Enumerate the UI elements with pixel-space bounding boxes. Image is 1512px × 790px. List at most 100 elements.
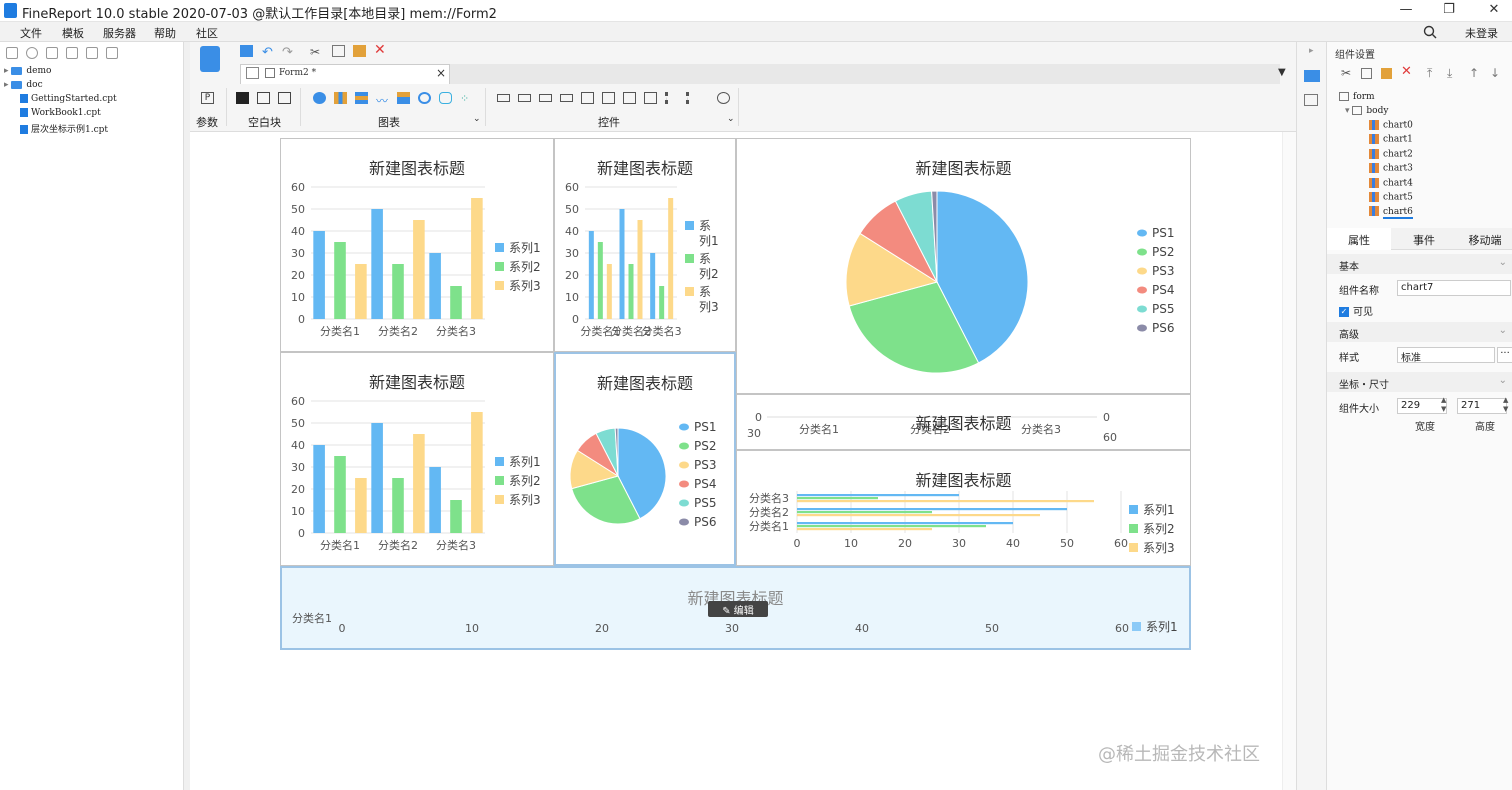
width-spinner-icon[interactable]: ▲ ▼	[1441, 396, 1446, 414]
checkbox-group-icon[interactable]	[665, 92, 678, 104]
tree-item-hierarchy[interactable]: 层次坐标示例1.cpt	[20, 122, 108, 136]
tree-node-chart3[interactable]: chart3	[1369, 163, 1413, 174]
chart-pie-large[interactable]: 新建图表标题 PS1 PS2 PS3 PS4 PS5 PS6	[736, 138, 1191, 394]
style-input[interactable]: 标准	[1397, 347, 1495, 364]
tree-node-body[interactable]: ▾ body	[1345, 106, 1388, 116]
hbar-chart-icon[interactable]	[355, 92, 368, 104]
chart-editing[interactable]: 新建图表标题 分类名1 0 10 20 30 40 50 60 系列1 ✎ 编辑	[280, 566, 1191, 650]
section-coord-size[interactable]: 坐标・尺寸 ⌄	[1327, 372, 1512, 392]
date-widget-icon[interactable]	[581, 92, 594, 104]
chart-strip-compressed[interactable]: 0 30 0 60 分类名1 分类名2 分类名3 新建图表标题	[736, 394, 1191, 450]
menu-community[interactable]: 社区	[196, 25, 218, 41]
save-icon[interactable]	[240, 45, 253, 57]
tree-node-chart4[interactable]: chart4	[1369, 177, 1413, 188]
cut-icon[interactable]: ✂	[1341, 66, 1351, 80]
tree-node-chart1[interactable]: chart1	[1369, 134, 1413, 145]
height-input[interactable]: 271	[1457, 398, 1507, 414]
chart-bar-1[interactable]: 新建图表标题 0 10 20 30 40 50 60 分类名1 分类名2 分类名3 系列1 系列2 系列…	[280, 138, 554, 352]
table-widget-icon[interactable]	[602, 92, 615, 104]
refresh-icon[interactable]	[26, 47, 38, 59]
move-bottom-icon[interactable]: ⤓	[1447, 66, 1452, 81]
search-icon[interactable]	[1423, 25, 1437, 39]
undo-icon[interactable]: ↶	[262, 45, 275, 60]
combo-widget-icon[interactable]	[560, 94, 573, 102]
close-button[interactable]: ✕	[1484, 2, 1504, 20]
tree-item-doc[interactable]: ▸ doc	[4, 80, 43, 94]
tab-menu-icon[interactable]: ▼	[1278, 67, 1286, 78]
menu-server[interactable]: 服务器	[103, 25, 136, 41]
widget-settings-icon[interactable]	[1304, 70, 1320, 82]
paste-icon[interactable]	[1381, 68, 1392, 79]
menu-help[interactable]: 帮助	[154, 25, 176, 41]
tree-item-gettingstarted[interactable]: GettingStarted.cpt	[20, 94, 117, 108]
maximize-button[interactable]: ❐	[1439, 2, 1459, 20]
menu-template[interactable]: 模板	[62, 25, 84, 41]
minimize-button[interactable]: —	[1396, 2, 1416, 20]
height-spinner-icon[interactable]: ▲ ▼	[1503, 396, 1508, 414]
paste-icon[interactable]	[353, 45, 366, 57]
copy-icon[interactable]	[1361, 68, 1372, 79]
move-down-icon[interactable]: ↓	[1490, 66, 1500, 80]
section-basic[interactable]: 基本 ⌄	[1327, 254, 1512, 274]
chart-bar-2[interactable]: 新建图表标题 0 10 20 30 40 50 60 分类名1 分类名2 分类名3 系列1 系列2 系列…	[280, 352, 554, 566]
canvas-scrollbar[interactable]	[1282, 132, 1296, 790]
tree-node-chart6[interactable]: chart6	[1369, 206, 1413, 219]
tab-block-icon[interactable]	[257, 92, 270, 104]
widget-name-input[interactable]: chart7	[1397, 280, 1511, 296]
redo-icon[interactable]: ↷	[282, 45, 295, 60]
width-input[interactable]: 229	[1397, 398, 1447, 414]
new-folder-icon[interactable]	[6, 47, 18, 59]
section-advanced[interactable]: 高级 ⌄	[1327, 322, 1512, 342]
tree-item-demo[interactable]: ▸ demo	[4, 66, 51, 80]
login-status[interactable]: 未登录	[1465, 25, 1498, 41]
absolute-block-icon[interactable]	[278, 92, 291, 104]
widget-manage-icon[interactable]	[1304, 94, 1318, 106]
widget-expand-icon[interactable]: ⌄	[727, 114, 735, 124]
blank-block-icon[interactable]	[236, 92, 249, 104]
tree-item-workbook1[interactable]: WorkBook1.cpt	[20, 108, 101, 122]
scatter-chart-icon[interactable]: ⁘	[460, 92, 473, 105]
chart-hbar[interactable]: 新建图表标题 0 10 20 30 40 50 60 分类名1 分类名2 分类名3 系列1 系列2 系列…	[736, 450, 1191, 566]
list-widget-icon[interactable]	[644, 92, 657, 104]
tab-properties[interactable]: 属性	[1327, 228, 1391, 250]
expand-icon[interactable]: ▸	[1309, 46, 1314, 56]
chart-expand-icon[interactable]: ⌄	[473, 114, 481, 124]
edit-button[interactable]: ✎ 编辑	[708, 601, 768, 617]
move-up-icon[interactable]: ↑	[1469, 66, 1479, 80]
delete-icon[interactable]: ✕	[1401, 64, 1412, 79]
copy-icon[interactable]	[332, 45, 345, 57]
button-widget-icon[interactable]	[539, 94, 552, 102]
area-chart-icon[interactable]	[397, 92, 410, 104]
chart-bar-narrow[interactable]: 新建图表标题 0 10 20 30 40 50 60 分类名1 分类名2 分类名3 系列1 系列2 系列…	[554, 138, 736, 352]
pie-chart-icon[interactable]	[313, 92, 326, 104]
widget-library-icon[interactable]	[200, 46, 220, 72]
radio-group-icon[interactable]	[686, 92, 699, 104]
delete-icon[interactable]	[86, 47, 98, 59]
search-widget-icon[interactable]	[717, 92, 730, 104]
tab-form2[interactable]: Form2 * ×	[240, 64, 450, 84]
cut-icon[interactable]: ✂	[310, 45, 323, 59]
number-widget-icon[interactable]	[623, 92, 636, 104]
line-chart-icon[interactable]: 〰	[376, 92, 389, 108]
tab-mobile[interactable]: 移动端	[1457, 228, 1512, 250]
delete-widget-icon[interactable]: ✕	[374, 42, 387, 58]
bar-chart-icon[interactable]	[334, 92, 347, 104]
visible-checkbox[interactable]: ✓ 可见	[1339, 303, 1373, 318]
radar-chart-icon[interactable]	[439, 92, 452, 104]
text-widget-icon[interactable]	[518, 94, 531, 102]
param-icon[interactable]: P	[201, 92, 214, 104]
settings-icon[interactable]	[66, 47, 78, 59]
tab-events[interactable]: 事件	[1391, 228, 1457, 250]
open-icon[interactable]	[46, 47, 58, 59]
tree-node-chart0[interactable]: chart0	[1369, 120, 1413, 131]
chart-pie-small[interactable]: 新建图表标题 PS1 PS2 PS3 PS4 PS5 PS6	[554, 352, 736, 566]
tree-node-form[interactable]: form	[1339, 92, 1375, 102]
tree-node-chart5[interactable]: chart5	[1369, 192, 1413, 203]
gauge-chart-icon[interactable]	[418, 92, 431, 104]
menu-file[interactable]: 文件	[20, 25, 42, 41]
tab-close-icon[interactable]: ×	[436, 66, 446, 80]
style-more-button[interactable]: ···	[1497, 347, 1512, 363]
move-top-icon[interactable]: ⤒	[1427, 66, 1432, 81]
collapse-icon[interactable]	[106, 47, 118, 59]
tree-node-chart2[interactable]: chart2	[1369, 148, 1413, 159]
